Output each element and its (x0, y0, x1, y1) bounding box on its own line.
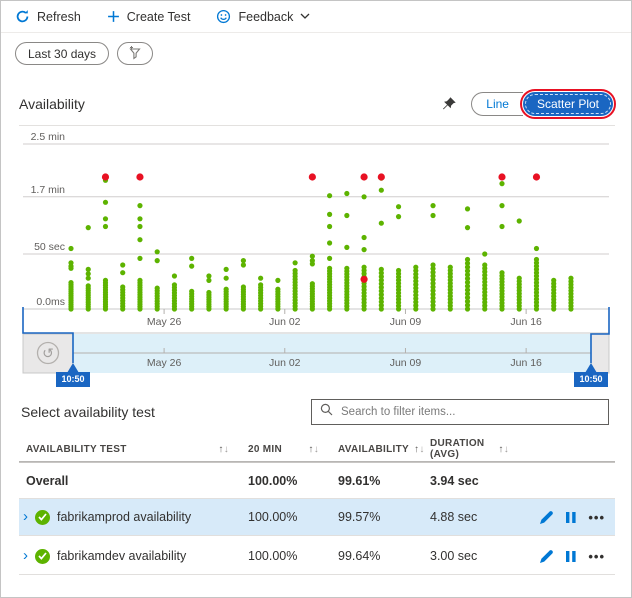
command-bar: Refresh Create Test Feedback (1, 1, 631, 33)
svg-text:Jun 09: Jun 09 (390, 357, 422, 369)
scatter-plot-button[interactable]: Scatter Plot (523, 92, 613, 116)
row-duration: 3.94 sec (423, 474, 521, 488)
smiley-icon (216, 9, 231, 24)
ellipsis-icon[interactable]: ••• (588, 510, 605, 525)
availability-panel-header: Availability Line Scatter Plot (19, 91, 613, 117)
panel-title: Availability (19, 96, 85, 112)
svg-text:Jun 16: Jun 16 (510, 316, 542, 328)
filter-funnel-icon (127, 45, 143, 63)
chevron-right-icon[interactable]: › (23, 548, 28, 563)
refresh-button[interactable]: Refresh (15, 9, 81, 24)
availability-page: { "toolbar": {"refresh": "Refresh", "cre… (0, 0, 632, 598)
row-name: fabrikamprod availability (57, 510, 191, 524)
search-input[interactable] (339, 405, 600, 419)
pause-icon[interactable] (565, 511, 577, 524)
refresh-label: Refresh (37, 10, 81, 24)
edit-pencil-icon[interactable] (539, 549, 554, 564)
line-label: Line (486, 97, 509, 111)
svg-text:Jun 02: Jun 02 (269, 357, 301, 369)
row-availability: 99.64% (331, 549, 423, 563)
chart-type-toggle: Line Scatter Plot (471, 92, 613, 116)
chevron-right-icon[interactable]: › (23, 509, 28, 524)
time-range-pill[interactable]: Last 30 days (15, 42, 109, 65)
check-circle-icon (35, 510, 50, 525)
plus-icon (107, 10, 120, 23)
sort-icon[interactable]: ↑↓ (218, 444, 229, 455)
reset-zoom-icon: ↺ (42, 345, 54, 361)
header-duration-avg[interactable]: DURATION (AVG) ↑↓ (423, 438, 521, 460)
availability-scatter-chart[interactable]: 0.0ms 50 sec 1.7 min 2.5 min May 26 Jun 02 Jun… (1, 125, 632, 377)
search-icon (320, 403, 333, 421)
feedback-button[interactable]: Feedback (216, 9, 310, 24)
feedback-label: Feedback (238, 10, 293, 24)
check-circle-icon (35, 549, 50, 564)
row-duration: 4.88 sec (423, 510, 521, 524)
line-button[interactable]: Line (471, 92, 523, 116)
filter-bar: Last 30 days (15, 42, 153, 65)
row-duration: 3.00 sec (423, 549, 521, 563)
svg-text:Jun 16: Jun 16 (510, 357, 542, 369)
row-availability: 99.57% (331, 510, 423, 524)
svg-text:Jun 02: Jun 02 (269, 316, 301, 328)
row-name: fabrikamdev availability (57, 549, 186, 563)
edit-pencil-icon[interactable] (539, 510, 554, 525)
svg-text:2.5 min: 2.5 min (31, 131, 66, 143)
table-header-row: AVAILABILITY TEST ↑↓ 20 MIN ↑↓ AVAILABIL… (19, 437, 615, 462)
scatter-plot-label: Scatter Plot (537, 97, 599, 111)
chevron-down-icon (300, 13, 310, 20)
add-filter-pill[interactable] (117, 42, 153, 65)
table-row-fabrikamprod[interactable]: › fabrikamprod availability 100.00% 99.5… (19, 499, 615, 536)
table-row-overall[interactable]: Overall 100.00% 99.61% 3.94 sec (19, 462, 615, 499)
range-end-time-badge: 10:50 (574, 372, 608, 387)
svg-text:May 26: May 26 (147, 316, 182, 328)
select-test-heading: Select availability test (21, 404, 155, 420)
table-row-fabrikamdev[interactable]: › fabrikamdev availability 100.00% 99.64… (19, 538, 615, 575)
range-start-time-badge: 10:50 (56, 372, 90, 387)
header-availability[interactable]: AVAILABILITY ↑↓ (331, 444, 423, 455)
search-box (311, 399, 609, 425)
refresh-icon (15, 9, 30, 24)
row-20min: 100.00% (241, 549, 331, 563)
svg-text:1.7 min: 1.7 min (31, 184, 66, 196)
row-20min: 100.00% (241, 474, 331, 488)
svg-text:May 26: May 26 (147, 357, 182, 369)
ellipsis-icon[interactable]: ••• (588, 549, 605, 564)
create-test-button[interactable]: Create Test (107, 10, 191, 24)
header-20-min[interactable]: 20 MIN ↑↓ (241, 444, 331, 455)
pause-icon[interactable] (565, 550, 577, 563)
time-range-label: Last 30 days (28, 47, 96, 61)
sort-icon[interactable]: ↑↓ (498, 444, 509, 455)
svg-text:Jun 09: Jun 09 (390, 316, 422, 328)
row-20min: 100.00% (241, 510, 331, 524)
create-test-label: Create Test (127, 10, 191, 24)
row-availability: 99.61% (331, 474, 423, 488)
header-availability-test[interactable]: AVAILABILITY TEST ↑↓ (19, 444, 241, 455)
svg-text:0.0ms: 0.0ms (36, 296, 65, 308)
svg-text:50 sec: 50 sec (34, 241, 65, 253)
availability-test-table: AVAILABILITY TEST ↑↓ 20 MIN ↑↓ AVAILABIL… (19, 437, 615, 575)
sort-icon[interactable]: ↑↓ (308, 444, 319, 455)
row-name: Overall (19, 474, 241, 488)
pin-icon[interactable] (440, 96, 457, 113)
